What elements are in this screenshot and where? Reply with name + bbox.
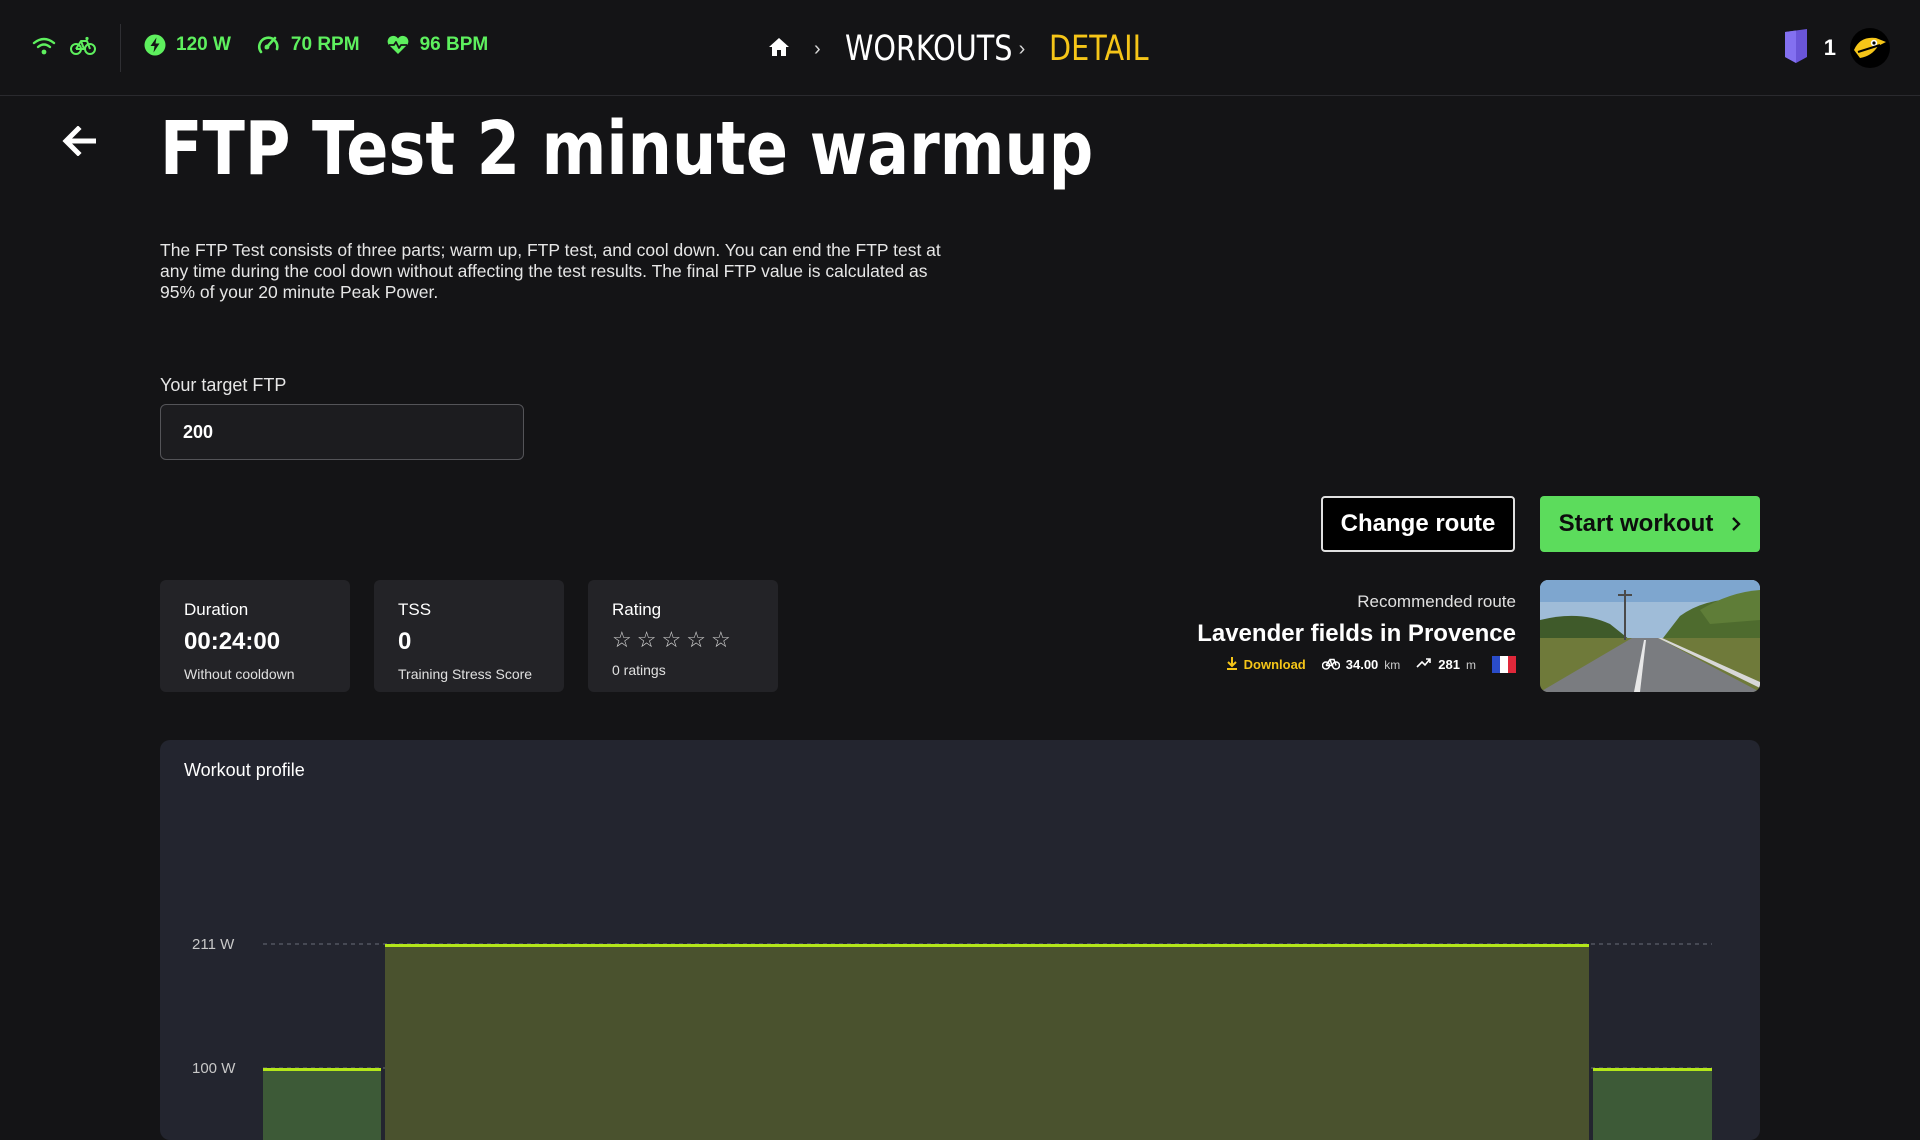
- power-metric: 120 W: [144, 34, 231, 56]
- breadcrumb: › WORKOUTS › DETAIL: [768, 26, 1149, 72]
- download-icon: [1226, 656, 1238, 673]
- connection-status: [32, 36, 96, 61]
- download-label: Download: [1243, 657, 1306, 672]
- y-tick-label: 211 W: [192, 936, 235, 953]
- y-tick-label: 100 W: [192, 1060, 236, 1077]
- profile-segment-bar[interactable]: [385, 944, 1589, 1140]
- wifi-icon[interactable]: [32, 36, 56, 61]
- workout-description: The FTP Test consists of three parts; wa…: [160, 240, 941, 302]
- tss-sub: Training Stress Score: [398, 666, 533, 682]
- elevation-value: 281: [1438, 657, 1460, 672]
- elevation-trend-icon: [1416, 657, 1432, 672]
- change-route-button[interactable]: Change route: [1321, 496, 1515, 552]
- tss-card: TSS 0 Training Stress Score: [374, 580, 564, 692]
- route-download-link[interactable]: Download: [1226, 656, 1306, 673]
- rating-sub: 0 ratings: [612, 662, 666, 678]
- breadcrumb-workouts[interactable]: WORKOUTS: [845, 29, 1013, 69]
- workout-profile-chart: 211 W 100 W: [192, 936, 1712, 1140]
- route-distance: 34.00 km: [1321, 656, 1401, 673]
- page-title: FTP Test 2 minute warmup: [160, 106, 1094, 192]
- star-empty-icon[interactable]: ☆: [637, 628, 657, 652]
- badge-count: 1: [1823, 35, 1836, 60]
- bike-connection-icon[interactable]: [70, 36, 96, 61]
- recommended-route: Recommended route Lavender fields in Pro…: [1197, 592, 1516, 673]
- ftp-label: Your target FTP: [160, 375, 287, 395]
- elevation-unit: m: [1466, 657, 1476, 672]
- distance-unit: km: [1384, 657, 1401, 672]
- tss-value: 0: [398, 628, 412, 655]
- duration-value: 00:24:00: [184, 628, 281, 655]
- heart-rate-value: 96 BPM: [419, 34, 489, 55]
- profile-segment-bar[interactable]: [263, 1068, 381, 1140]
- france-flag-icon: [1492, 656, 1516, 673]
- route-name: Lavender fields in Provence: [1197, 620, 1516, 647]
- live-metrics: 120 W 70 RPM 96 BPM: [144, 34, 488, 56]
- route-thumbnail[interactable]: [1540, 580, 1760, 692]
- route-label: Recommended route: [1357, 592, 1516, 611]
- user-area: 1: [1782, 28, 1890, 68]
- back-arrow-icon[interactable]: [62, 125, 97, 161]
- shield-badge-icon[interactable]: [1782, 28, 1810, 68]
- duration-card: Duration 00:24:00 Without cooldown: [160, 580, 350, 692]
- chevron-right-icon: ›: [1018, 37, 1026, 60]
- start-workout-label: Start workout: [1558, 510, 1714, 537]
- power-value: 120 W: [176, 34, 231, 55]
- cadence-metric: 70 RPM: [257, 34, 360, 56]
- heart-rate-metric: 96 BPM: [386, 34, 489, 56]
- cadence-value: 70 RPM: [290, 34, 360, 55]
- profile-segment-bar[interactable]: [1593, 1068, 1712, 1140]
- star-empty-icon[interactable]: ☆: [612, 628, 632, 652]
- rating-label: Rating: [612, 600, 662, 619]
- route-elevation: 281 m: [1416, 657, 1476, 672]
- route-meta: Download 34.00 km 281 m: [1197, 656, 1516, 673]
- breadcrumb-detail: DETAIL: [1049, 29, 1149, 69]
- star-empty-icon[interactable]: ☆: [661, 628, 681, 652]
- start-workout-button[interactable]: Start workout: [1540, 496, 1760, 552]
- rating-card: Rating ☆ ☆ ☆ ☆ ☆ 0 ratings: [588, 580, 778, 692]
- star-empty-icon[interactable]: ☆: [711, 628, 731, 652]
- star-empty-icon[interactable]: ☆: [686, 628, 706, 652]
- ftp-input[interactable]: [160, 404, 524, 460]
- duration-label: Duration: [184, 600, 249, 619]
- top-bar: 120 W 70 RPM 96 BPM › WORKOUTS › DETAIL …: [0, 0, 1920, 96]
- header-divider: [120, 24, 121, 72]
- duration-sub: Without cooldown: [184, 666, 295, 682]
- rating-stars[interactable]: ☆ ☆ ☆ ☆ ☆: [612, 628, 754, 652]
- home-icon[interactable]: [768, 37, 790, 62]
- chevron-right-icon: [1731, 510, 1742, 538]
- workout-profile: Workout profile 211 W 100 W: [160, 740, 1760, 1140]
- distance-value: 34.00: [1345, 657, 1379, 672]
- chevron-right-icon: ›: [814, 37, 821, 60]
- power-bolt-icon: [144, 34, 166, 56]
- avatar[interactable]: [1850, 28, 1890, 68]
- heart-rate-icon: [386, 35, 410, 55]
- cadence-gauge-icon: [257, 34, 281, 56]
- tss-label: TSS: [398, 600, 432, 619]
- bike-icon: [1321, 656, 1340, 673]
